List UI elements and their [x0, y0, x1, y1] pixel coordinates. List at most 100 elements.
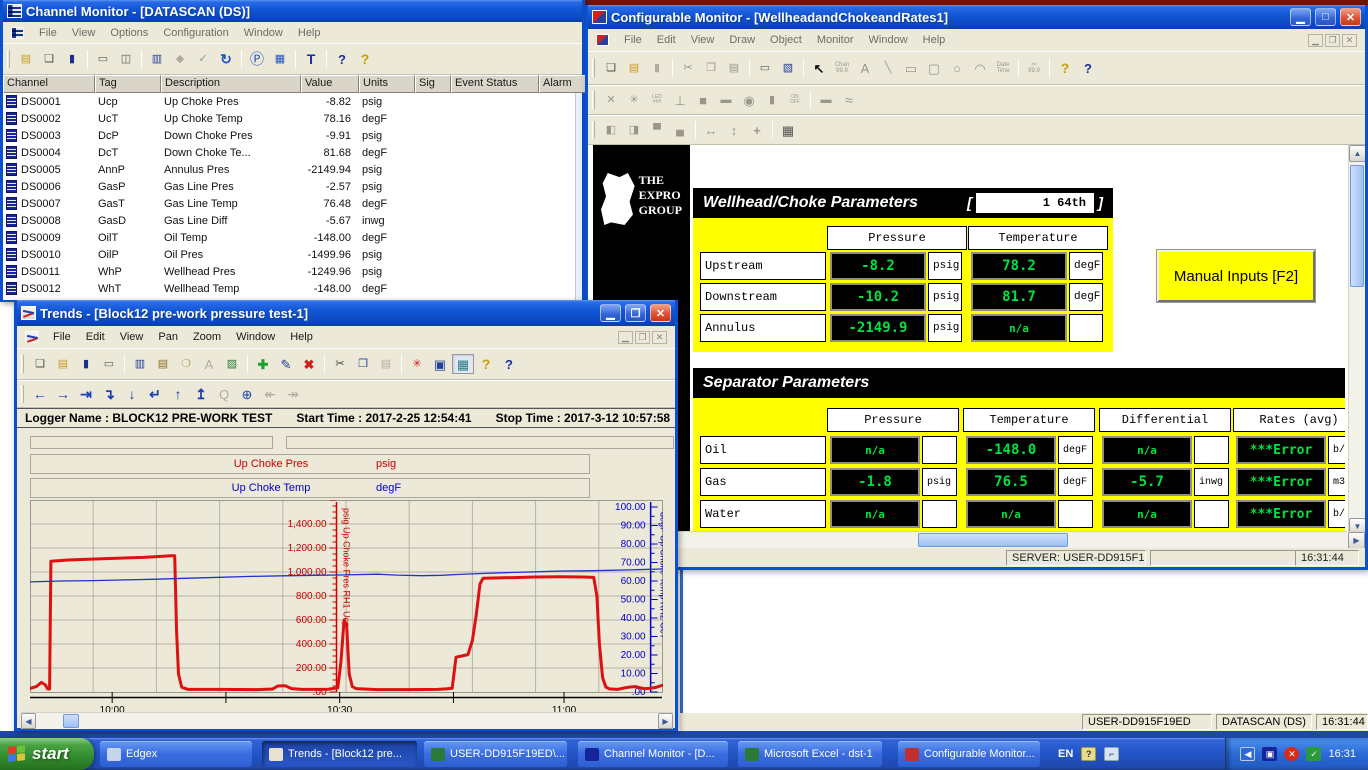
- add-trace-icon[interactable]: ✚: [252, 354, 274, 374]
- language-indicator[interactable]: EN: [1058, 748, 1073, 760]
- paste-icon[interactable]: ▤: [723, 58, 745, 78]
- help-icon[interactable]: ?: [1054, 58, 1076, 78]
- column-header-value[interactable]: Value: [301, 75, 359, 93]
- minimize-button[interactable]: ▁: [600, 304, 621, 322]
- menu-zoom[interactable]: Zoom: [193, 331, 221, 343]
- same-size-icon[interactable]: +: [746, 120, 768, 140]
- new-icon[interactable]: ❏: [29, 354, 51, 374]
- pan-end-icon[interactable]: ⇥: [75, 384, 97, 404]
- scroll-right-icon[interactable]: ▶: [658, 713, 673, 729]
- notes-icon[interactable]: ▨: [221, 354, 243, 374]
- mdi-restore-icon[interactable]: ❐: [635, 331, 650, 344]
- menu-edit[interactable]: Edit: [657, 34, 676, 46]
- check-icon[interactable]: ✓: [192, 49, 214, 69]
- copy-icon[interactable]: ❐: [700, 58, 722, 78]
- text-icon[interactable]: T: [300, 49, 322, 69]
- table-row[interactable]: DS0002UcTUp Choke Temp78.16degF: [3, 110, 582, 127]
- table-row[interactable]: DS0003DcPDown Choke Pres-9.91psig: [3, 127, 582, 144]
- tray-security-alert-icon[interactable]: ✕: [1284, 747, 1299, 761]
- table-row[interactable]: DS0012WhTWellhead Temp-148.00degF: [3, 280, 582, 297]
- bar-tool-icon[interactable]: ⊥: [669, 90, 691, 110]
- table-row[interactable]: DS0001UcpUp Choke Pres-8.82psig: [3, 93, 582, 110]
- grid-icon[interactable]: ▦: [269, 49, 291, 69]
- column-header-units[interactable]: Units: [359, 75, 415, 93]
- delete-trace-icon[interactable]: ✖: [298, 354, 320, 374]
- legend-row-1[interactable]: Up Choke Prespsig: [30, 454, 590, 474]
- table-row[interactable]: DS0006GasPGas Line Pres-2.57psig: [3, 178, 582, 195]
- print-icon[interactable]: ▭: [92, 49, 114, 69]
- taskbar-item-2[interactable]: Trends - [Block12 pre...: [262, 741, 417, 767]
- menu-view[interactable]: View: [72, 27, 96, 39]
- alarm-tool-icon[interactable]: ✕: [600, 90, 622, 110]
- points-icon[interactable]: Ⓟ: [246, 49, 268, 69]
- new-icon[interactable]: ❏: [38, 49, 60, 69]
- legend-row-2[interactable]: Up Choke TempdegF: [30, 478, 590, 498]
- choke-size-value[interactable]: 1 64th: [976, 193, 1094, 213]
- channel-value-icon[interactable]: Chan 99.9: [831, 58, 853, 78]
- datetime-icon[interactable]: Date Time: [992, 58, 1014, 78]
- pan-down-page-icon[interactable]: ↴: [98, 384, 120, 404]
- taskbar-item-3[interactable]: USER-DD915F19ED\...: [424, 741, 567, 767]
- arc-tool-icon[interactable]: ◠: [969, 58, 991, 78]
- align-bottom-icon[interactable]: ▄: [669, 120, 691, 140]
- save-icon[interactable]: ▮: [646, 58, 668, 78]
- manual-inputs-button[interactable]: Manual Inputs [F2]: [1157, 250, 1315, 302]
- hbar-tool-icon[interactable]: ▬: [715, 90, 737, 110]
- value-cut-icon[interactable]: ✂ 99.9: [1023, 58, 1045, 78]
- logger-folder-icon[interactable]: ▤: [152, 354, 174, 374]
- close-button[interactable]: ✕: [1340, 8, 1361, 26]
- grid-snap-icon[interactable]: ▦: [777, 120, 799, 140]
- mdi-restore-icon[interactable]: ❐: [1325, 34, 1340, 47]
- zoom-time-icon[interactable]: ⊕: [236, 384, 258, 404]
- new-icon[interactable]: ❏: [600, 58, 622, 78]
- menu-file[interactable]: File: [53, 331, 71, 343]
- config-hscrollbar[interactable]: ◀ ▶: [588, 531, 1365, 548]
- table-row[interactable]: DS0011WhPWellhead Pres-1249.96psig: [3, 263, 582, 280]
- columns-icon[interactable]: ▥: [146, 49, 168, 69]
- context-help-icon[interactable]: ?: [498, 354, 520, 374]
- minimize-button[interactable]: ▁: [1290, 8, 1311, 26]
- table-row[interactable]: DS0005AnnPAnnulus Pres-2149.94psig: [3, 161, 582, 178]
- taskbar-item-4[interactable]: Channel Monitor - [D...: [578, 741, 728, 767]
- scroll-left-icon[interactable]: ◀: [21, 713, 36, 729]
- config-titlebar[interactable]: Configurable Monitor - [WellheadandChoke…: [588, 5, 1365, 29]
- trends-field-right[interactable]: [286, 436, 674, 449]
- language-help-icon[interactable]: ?: [1081, 747, 1096, 761]
- ellipse-tool-icon[interactable]: ○: [946, 58, 968, 78]
- history-fwd-icon[interactable]: ↠: [282, 384, 304, 404]
- copy-icon[interactable]: ❐: [352, 354, 374, 374]
- context-help-icon[interactable]: ?: [331, 49, 353, 69]
- open-icon[interactable]: ▤: [15, 49, 37, 69]
- config-vscroll-thumb[interactable]: [1350, 165, 1364, 287]
- table-row[interactable]: DS0010OilPOil Pres-1499.96psig: [3, 246, 582, 263]
- context-help-icon[interactable]: ?: [1077, 58, 1099, 78]
- menu-help[interactable]: Help: [290, 331, 313, 343]
- mdi-close-icon[interactable]: ✕: [1342, 34, 1357, 47]
- save-icon[interactable]: ▮: [75, 354, 97, 374]
- taskbar-item-1[interactable]: Edgex: [100, 741, 252, 767]
- start-button[interactable]: start: [0, 738, 94, 770]
- taskbar-item-6[interactable]: Configurable Monitor...: [898, 741, 1040, 767]
- column-header-tag[interactable]: Tag: [95, 75, 161, 93]
- pan-down-icon[interactable]: ↓: [121, 384, 143, 404]
- menu-options[interactable]: Options: [110, 27, 148, 39]
- event-tool-icon[interactable]: ✳: [623, 90, 645, 110]
- restore-button[interactable]: ❐: [625, 304, 646, 322]
- pan-up-icon[interactable]: ↑: [167, 384, 189, 404]
- preview-icon[interactable]: ◫: [115, 49, 137, 69]
- roundrect-tool-icon[interactable]: ▢: [923, 58, 945, 78]
- language-bar[interactable]: EN ? ⌐: [1058, 738, 1119, 770]
- trends-titlebar[interactable]: Trends - [Block12 pre-work pressure test…: [17, 300, 675, 326]
- mdi-close-icon[interactable]: ✕: [652, 331, 667, 344]
- trends-hscroll-thumb[interactable]: [63, 714, 79, 728]
- close-button[interactable]: ✕: [650, 304, 671, 322]
- menu-window[interactable]: Window: [236, 331, 275, 343]
- column-header-channel[interactable]: Channel: [3, 75, 95, 93]
- save-icon[interactable]: ▮: [61, 49, 83, 69]
- trends-field-left[interactable]: [30, 436, 273, 449]
- menu-file[interactable]: File: [39, 27, 57, 39]
- wizard-icon[interactable]: ✳: [406, 354, 428, 374]
- channel-scrollbar[interactable]: [575, 93, 582, 300]
- maximize-button[interactable]: □: [1315, 8, 1336, 26]
- print-icon[interactable]: ▭: [754, 58, 776, 78]
